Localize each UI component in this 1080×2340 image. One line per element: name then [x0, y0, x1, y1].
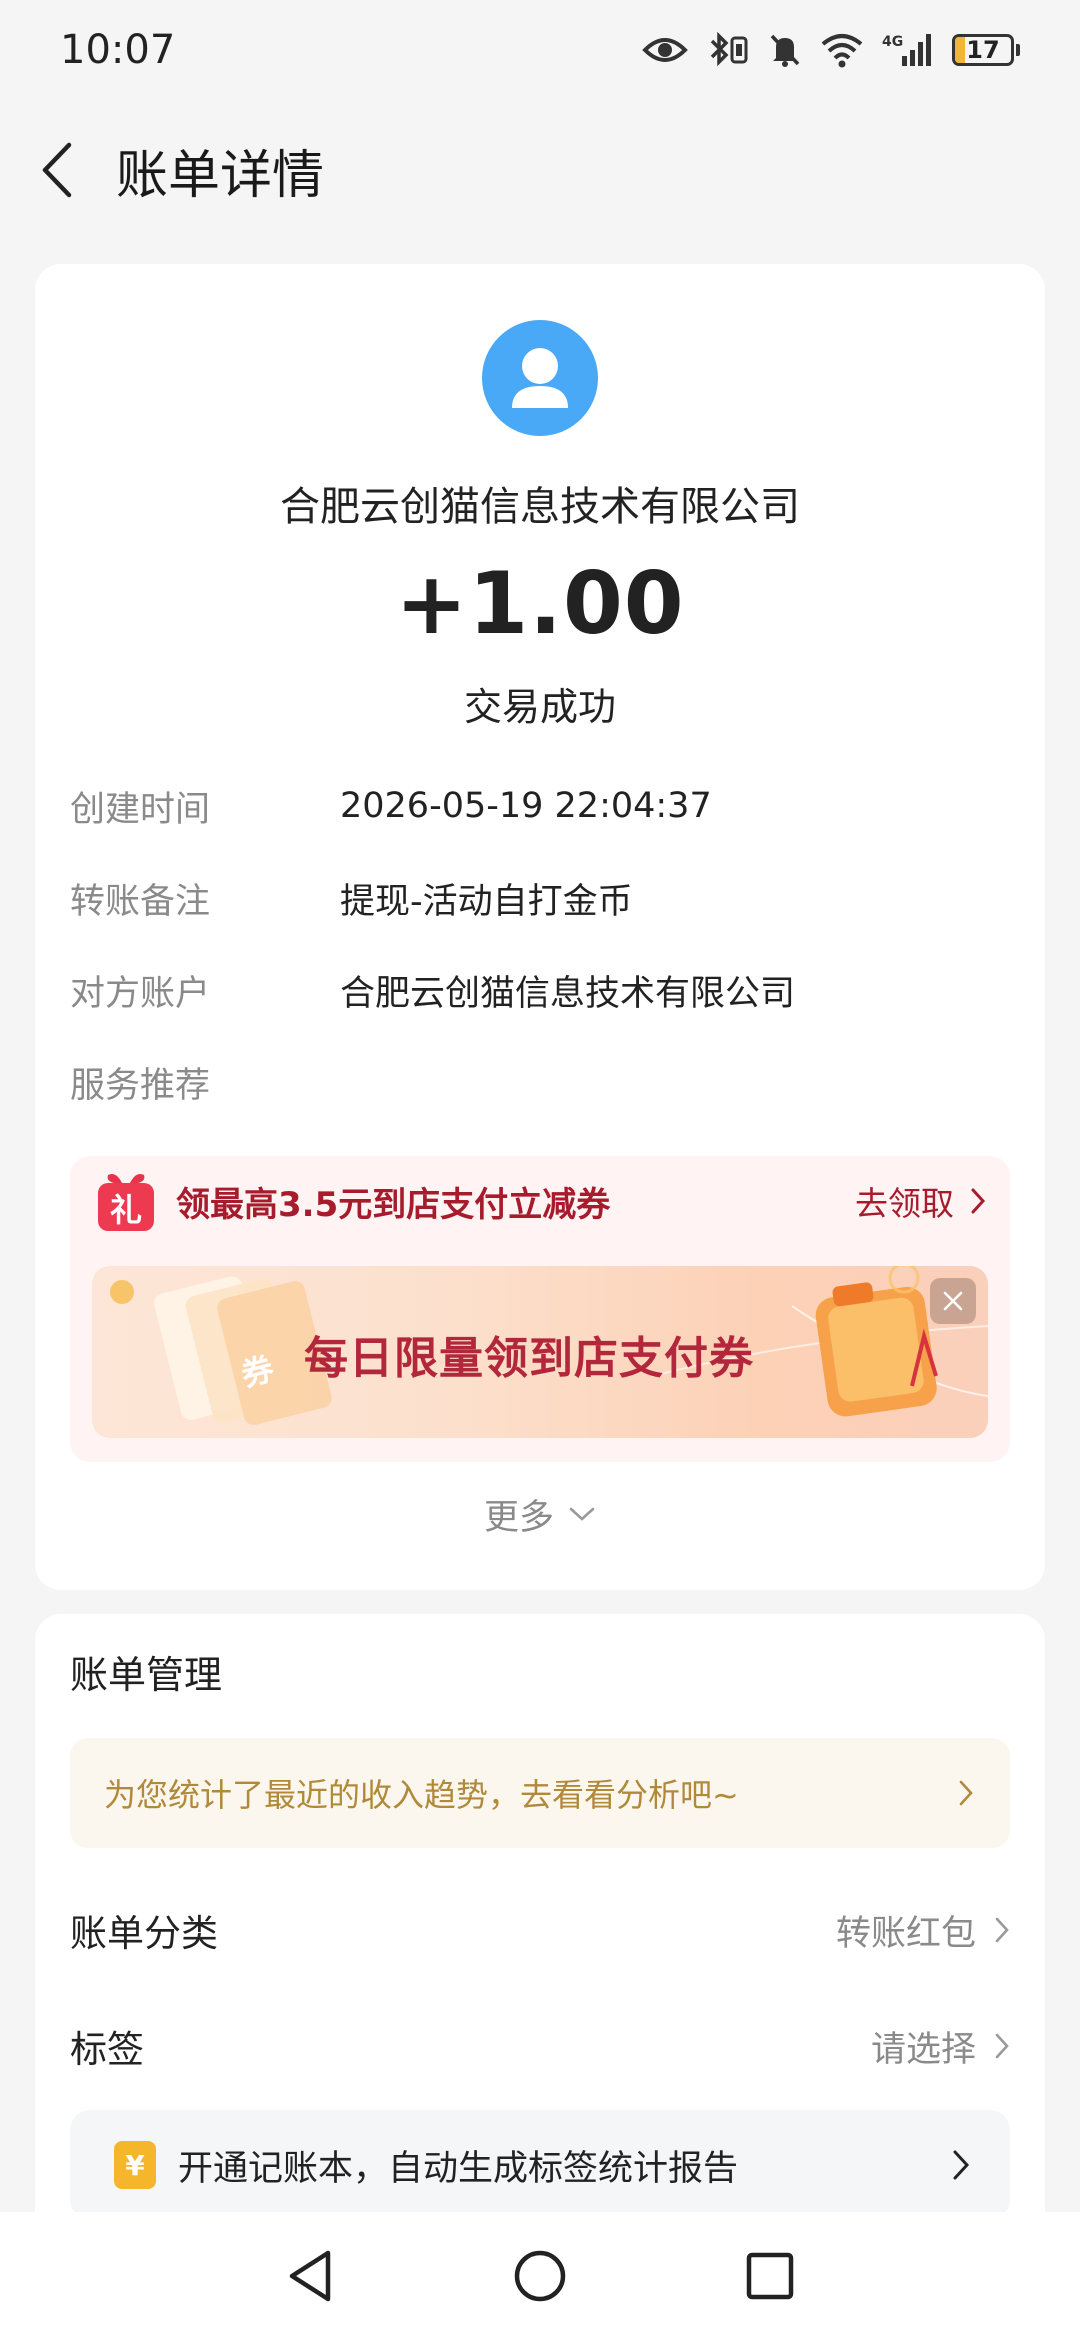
category-value: 转账红包 — [835, 1913, 976, 1954]
banner-text: 每日限量领到店支付券 — [304, 1333, 754, 1384]
mute-icon — [768, 32, 802, 68]
chevron-left-icon[interactable] — [36, 140, 76, 200]
chevron-down-icon — [569, 1507, 595, 1521]
gift-icon: 礼 — [94, 1171, 158, 1231]
income-trend-banner[interactable]: 为您统计了最近的收入趋势，去看看分析吧~ — [70, 1738, 1010, 1848]
ledger-icon: ¥ — [114, 2141, 156, 2189]
battery-icon: 17 — [952, 34, 1020, 66]
chevron-right-icon — [959, 1780, 973, 1806]
user-icon — [512, 348, 568, 408]
chevron-right-icon — [971, 1188, 986, 1214]
close-icon[interactable] — [930, 1278, 976, 1324]
svg-text:4G: 4G — [882, 34, 903, 50]
amount: +1.00 — [395, 554, 685, 654]
tag-label: 标签 — [70, 2028, 144, 2071]
ledger-text: 开通记账本，自动生成标签统计报告 — [178, 2148, 739, 2189]
detail-row-remark: 转账备注 提现-活动自打金币 — [70, 868, 1010, 928]
payer-name: 合肥云创猫信息技术有限公司 — [280, 484, 800, 530]
status-icons: 4G 17 — [642, 32, 1020, 68]
eye-icon — [642, 34, 688, 66]
detail-row-created-time: 创建时间 2026-05-19 22:04:37 — [70, 776, 1010, 836]
svg-text:礼: 礼 — [110, 1191, 142, 1229]
signal-4g-icon: 4G — [882, 32, 934, 68]
back-triangle-icon[interactable] — [195, 2226, 425, 2326]
detail-label: 转账备注 — [70, 881, 211, 922]
header: 账单详情 — [0, 120, 1080, 220]
status-bar: 10:07 4G 17 — [0, 0, 1080, 100]
trend-text: 为您统计了最近的收入趋势，去看看分析吧~ — [104, 1776, 739, 1814]
system-nav-bar — [0, 2212, 1080, 2340]
detail-row-service: 服务推荐 — [70, 1052, 1010, 1112]
detail-value: 提现-活动自打金币 — [340, 881, 633, 922]
avatar — [482, 320, 598, 436]
wifi-icon — [820, 32, 864, 68]
tag-row[interactable]: 标签 请选择 — [70, 2006, 1010, 2086]
detail-label: 对方账户 — [70, 973, 211, 1014]
detail-value[interactable]: 合肥云创猫信息技术有限公司 — [340, 965, 795, 1016]
more-button[interactable]: 更多 — [35, 1484, 1045, 1544]
category-label: 账单分类 — [70, 1912, 218, 1955]
detail-label: 服务推荐 — [70, 1065, 211, 1106]
chevron-right-icon — [995, 2033, 1009, 2059]
transaction-card: 合肥云创猫信息技术有限公司 +1.00 交易成功 创建时间 2026-05-19… — [35, 264, 1045, 1590]
bill-category-row[interactable]: 账单分类 转账红包 — [70, 1890, 1010, 1970]
transaction-status: 交易成功 — [463, 685, 616, 729]
home-circle-icon[interactable] — [425, 2226, 655, 2326]
claim-label: 去领取 — [855, 1184, 954, 1223]
promo-box: 礼 领最高3.5元到店支付立减券 去领取 券 每日限量领到店支付券 — [70, 1156, 1010, 1462]
promo-banner[interactable]: 券 每日限量领到店支付券 — [92, 1266, 988, 1438]
detail-label: 创建时间 — [70, 789, 211, 830]
recents-square-icon[interactable] — [655, 2226, 885, 2326]
bluetooth-icon — [706, 32, 750, 68]
detail-row-counterparty: 对方账户 合肥云创猫信息技术有限公司 — [70, 960, 1010, 1020]
chevron-right-icon — [953, 2150, 970, 2180]
section-title: 账单管理 — [70, 1653, 223, 1697]
ledger-promo[interactable]: ¥ 开通记账本，自动生成标签统计报告 — [70, 2110, 1010, 2220]
page-title: 账单详情 — [116, 145, 325, 206]
more-label: 更多 — [483, 1497, 554, 1538]
detail-value: 2026-05-19 22:04:37 — [340, 786, 712, 826]
tag-value: 请选择 — [870, 2029, 976, 2070]
status-time: 10:07 — [60, 27, 176, 73]
battery-level: 17 — [966, 36, 1000, 64]
chevron-right-icon — [995, 1917, 1009, 1943]
promo-header[interactable]: 礼 领最高3.5元到店支付立减券 去领取 — [70, 1156, 1010, 1246]
claim-button[interactable]: 去领取 — [855, 1177, 986, 1225]
promo-title: 领最高3.5元到店支付立减券 — [176, 1184, 611, 1225]
